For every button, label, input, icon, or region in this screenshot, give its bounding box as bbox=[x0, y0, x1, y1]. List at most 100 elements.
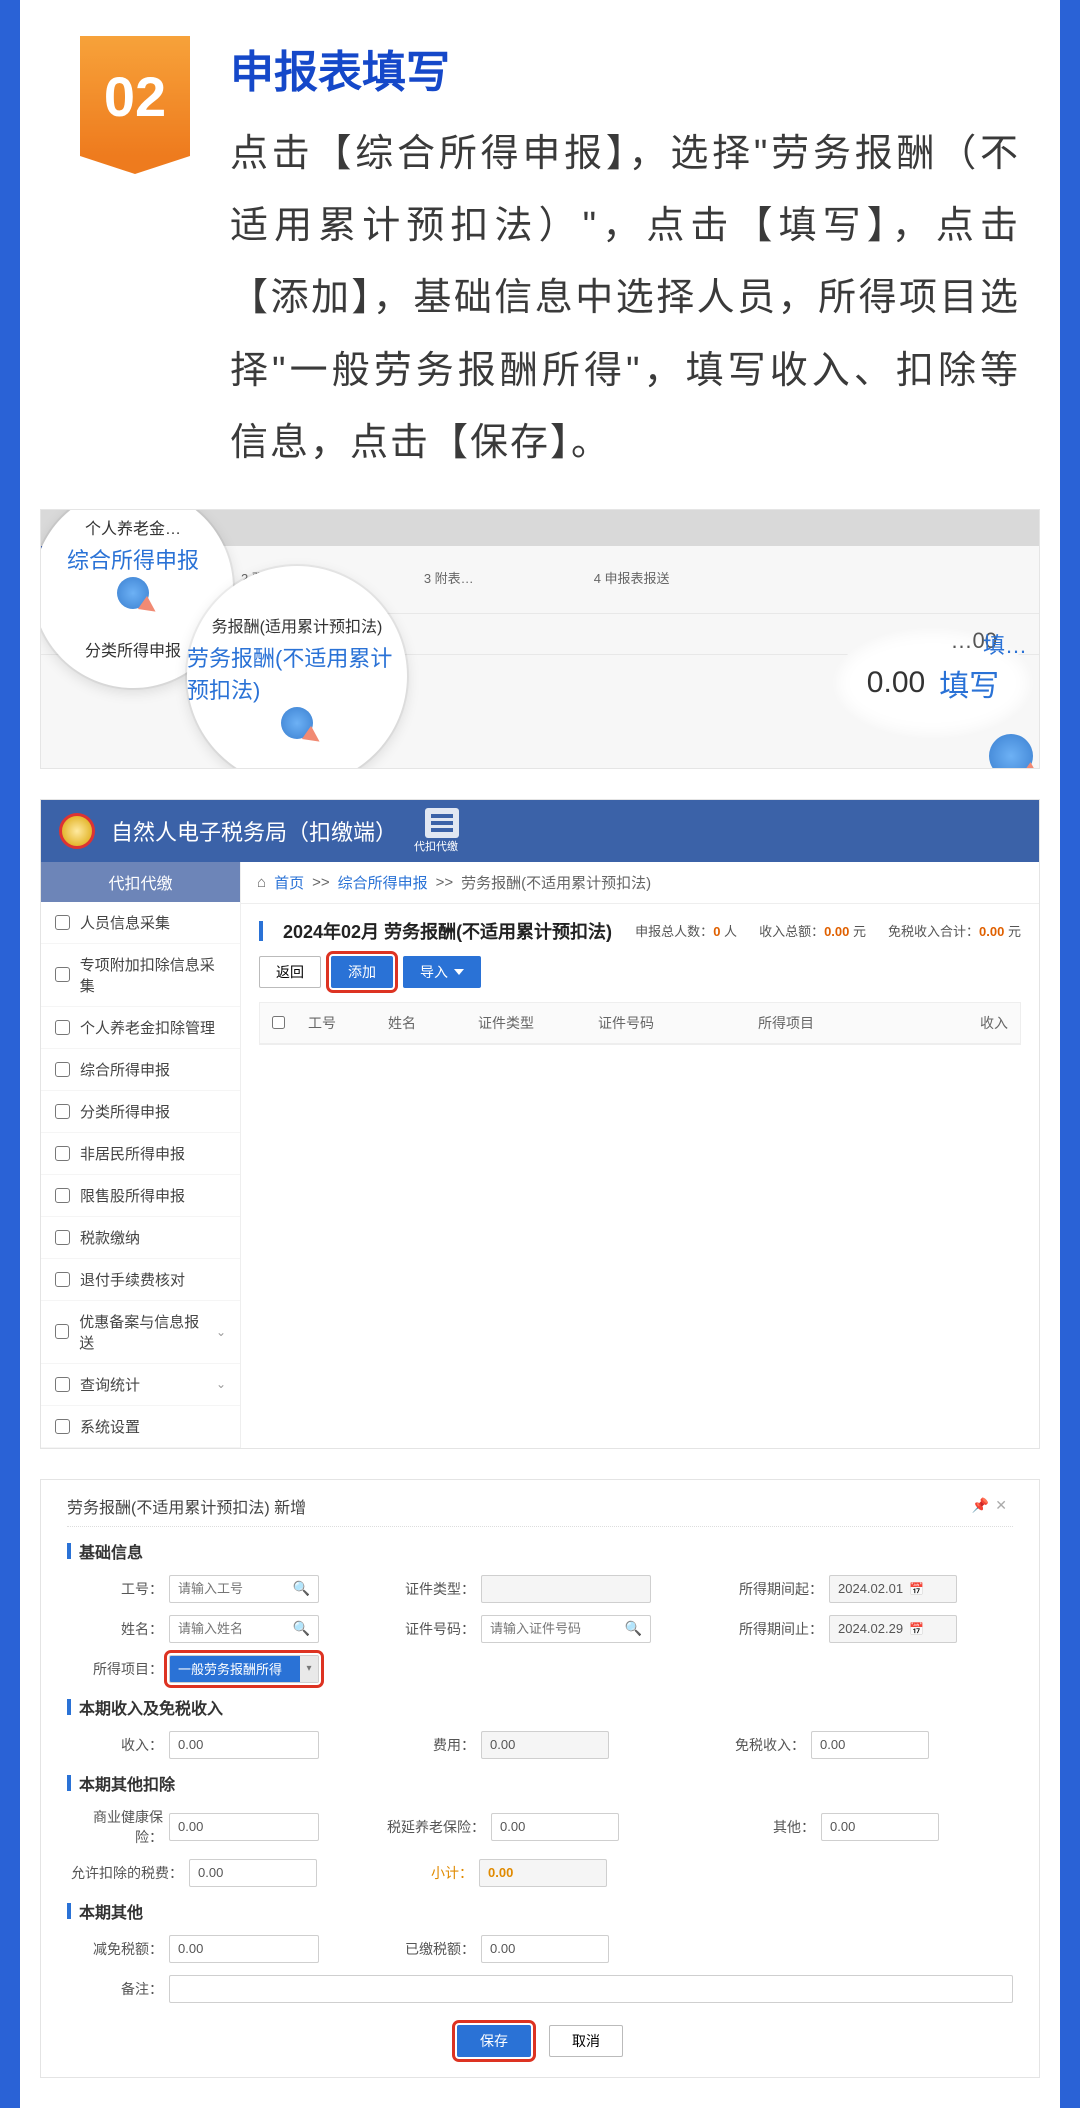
xj-value: 0.00 bbox=[479, 1859, 607, 1887]
start-date[interactable]: 2024.02.01📅 bbox=[829, 1575, 957, 1603]
wallet-icon[interactable] bbox=[425, 808, 459, 838]
select-all-checkbox[interactable] bbox=[272, 1016, 285, 1029]
zjlx-input bbox=[481, 1575, 651, 1603]
yjse-input[interactable] bbox=[481, 1935, 609, 1963]
sr-input[interactable] bbox=[169, 1731, 319, 1759]
section-other-deduct: 本期其他扣除 bbox=[79, 1771, 175, 1795]
pin-icon[interactable]: 📌 bbox=[972, 1497, 995, 1513]
yxkc-input[interactable] bbox=[189, 1859, 317, 1887]
search-icon bbox=[55, 1377, 70, 1392]
user-icon bbox=[55, 1146, 70, 1161]
shield-icon bbox=[55, 1020, 70, 1035]
summary-stats: 申报总人数：0 人 收入总额：0.00 元 免税收入合计：0.00 元 bbox=[635, 921, 1021, 940]
etax-app-window: 自然人电子税务局（扣缴端） 代扣代缴 代扣代缴 人员信息采集 专项附加扣除信息采… bbox=[40, 799, 1040, 1449]
sidebar-item-zxfj[interactable]: 专项附加扣除信息采集 bbox=[41, 944, 240, 1007]
sidebar-item-yhba[interactable]: 优惠备案与信息报送⌄ bbox=[41, 1301, 240, 1364]
sidebar-item-ryxx[interactable]: 人员信息采集 bbox=[41, 902, 240, 944]
fy-input: 0.00 bbox=[481, 1731, 609, 1759]
sidebar: 代扣代缴 人员信息采集 专项附加扣除信息采集 个人养老金扣除管理 综合所得申报 … bbox=[41, 862, 241, 1448]
calendar-icon: 📅 bbox=[909, 1582, 924, 1596]
fill-lens: …00 填… 0.00 填写 bbox=[833, 628, 1033, 738]
col-xm: 姓名 bbox=[376, 1003, 466, 1043]
crumb-current: 劳务报酬(不适用累计预扣法) bbox=[461, 872, 651, 893]
page-title: 2024年02月 劳务报酬(不适用累计预扣法) bbox=[283, 918, 612, 944]
cursor-icon bbox=[989, 734, 1033, 769]
chevron-down-icon: ⌄ bbox=[216, 1377, 226, 1391]
syyl-input[interactable] bbox=[491, 1813, 619, 1841]
chevron-down-icon bbox=[454, 969, 464, 975]
sidebar-tag: 代扣代缴 bbox=[41, 862, 240, 902]
home-icon[interactable]: ⌂ bbox=[257, 874, 266, 891]
search-icon[interactable]: 🔍 bbox=[293, 1620, 310, 1637]
sidebar-item-cxtj[interactable]: 查询统计⌄ bbox=[41, 1364, 240, 1406]
qt-input[interactable] bbox=[821, 1813, 939, 1841]
xm-input[interactable]: 🔍 bbox=[169, 1615, 319, 1643]
fill-link[interactable]: 填写 bbox=[939, 661, 999, 705]
gh-input[interactable]: 🔍 bbox=[169, 1575, 319, 1603]
sidebar-item-zhsd[interactable]: 综合所得申报 bbox=[67, 543, 199, 575]
add-dialog: 劳务报酬(不适用累计预扣法) 新增 📌✕ 基础信息 工号：🔍 证件类型： 所得期… bbox=[40, 1479, 1040, 2078]
section-other: 本期其他 bbox=[79, 1899, 143, 1923]
app-title: 自然人电子税务局（扣缴端） bbox=[111, 815, 397, 847]
data-table: 工号 姓名 证件类型 证件号码 所得项目 收入 bbox=[259, 1002, 1021, 1045]
breadcrumb: ⌂ 首页 >> 综合所得申报 >> 劳务报酬(不适用累计预扣法) bbox=[241, 862, 1039, 904]
search-icon[interactable]: 🔍 bbox=[293, 1580, 310, 1597]
sidebar-item-fjm[interactable]: 非居民所得申报 bbox=[41, 1133, 240, 1175]
step-badge: 02 bbox=[80, 36, 190, 156]
step-number: 02 bbox=[104, 64, 166, 129]
sidebar-item-gryl[interactable]: 个人养老金扣除管理 bbox=[41, 1007, 240, 1049]
clock-icon bbox=[55, 1104, 70, 1119]
step-description: 点击【综合所得申报】，选择"劳务报酬（不适用累计预扣法）"，点击【填写】，点击【… bbox=[230, 118, 1020, 479]
app-header: 自然人电子税务局（扣缴端） 代扣代缴 bbox=[41, 800, 1039, 862]
col-zjlx: 证件类型 bbox=[466, 1003, 586, 1043]
end-date[interactable]: 2024.02.29📅 bbox=[829, 1615, 957, 1643]
cancel-button[interactable]: 取消 bbox=[549, 2025, 623, 2057]
sidebar-item-tfsx[interactable]: 退付手续费核对 bbox=[41, 1259, 240, 1301]
sdxm-select[interactable]: 一般劳务报酬所得▾ bbox=[169, 1655, 319, 1683]
crumb-zhsd[interactable]: 综合所得申报 bbox=[338, 872, 428, 893]
person-icon bbox=[55, 915, 70, 930]
zjhm-input[interactable]: 🔍 bbox=[481, 1615, 651, 1643]
col-sdxm: 所得项目 bbox=[746, 1003, 876, 1043]
cursor-icon bbox=[281, 707, 313, 739]
crumb-home[interactable]: 首页 bbox=[274, 872, 304, 893]
emblem-icon bbox=[59, 813, 95, 849]
mssr-input[interactable] bbox=[811, 1731, 929, 1759]
receipt-icon bbox=[55, 1272, 70, 1287]
doc-icon bbox=[55, 1062, 70, 1077]
header-tab-dkdj[interactable]: 代扣代缴 bbox=[414, 838, 458, 854]
close-icon[interactable]: ✕ bbox=[995, 1497, 1013, 1513]
sidebar-item-skjn[interactable]: 税款缴纳 bbox=[41, 1217, 240, 1259]
bz-input[interactable] bbox=[169, 1975, 1013, 2003]
step-title: 申报表填写 bbox=[230, 36, 1020, 100]
sidebar-item-flsd[interactable]: 分类所得申报 bbox=[41, 1091, 240, 1133]
folder-icon bbox=[55, 1230, 70, 1245]
search-icon[interactable]: 🔍 bbox=[625, 1620, 642, 1637]
syjk-input[interactable] bbox=[169, 1813, 319, 1841]
sidebar-item-xsg[interactable]: 限售股所得申报 bbox=[41, 1175, 240, 1217]
col-zjhm: 证件号码 bbox=[586, 1003, 746, 1043]
back-button[interactable]: 返回 bbox=[259, 956, 321, 988]
row-lwbc-noapply-zoom[interactable]: 劳务报酬(不适用累计预扣法) bbox=[187, 641, 407, 705]
col-gh: 工号 bbox=[296, 1003, 376, 1043]
col-sr: 收入 bbox=[876, 1003, 1020, 1043]
callout-illustration: 2 预扣税… 3 附表… 4 申报表报送 务报酬(适用累计预扣法) 劳务报酬(不… bbox=[40, 509, 1040, 769]
list-icon bbox=[55, 967, 70, 982]
import-button[interactable]: 导入 bbox=[403, 956, 481, 988]
section-basic: 基础信息 bbox=[79, 1539, 143, 1563]
save-button[interactable]: 保存 bbox=[457, 2025, 531, 2057]
sidebar-item-zhsd[interactable]: 综合所得申报 bbox=[41, 1049, 240, 1091]
section-income: 本期收入及免税收入 bbox=[79, 1695, 223, 1719]
gear-icon bbox=[55, 1419, 70, 1434]
wizard-step-4: 4 申报表报送 bbox=[594, 568, 670, 587]
jmse-input[interactable] bbox=[169, 1935, 319, 1963]
sidebar-item-xtsz[interactable]: 系统设置 bbox=[41, 1406, 240, 1448]
amount-value: 0.00 bbox=[867, 666, 925, 700]
chevron-down-icon: ▾ bbox=[300, 1656, 318, 1682]
dialog-title: 劳务报酬(不适用累计预扣法) 新增 bbox=[67, 1494, 306, 1518]
cursor-icon bbox=[117, 577, 149, 609]
step-header: 02 申报表填写 点击【综合所得申报】，选择"劳务报酬（不适用累计预扣法）"，点… bbox=[20, 0, 1060, 499]
bookmark-icon bbox=[55, 1324, 69, 1339]
calendar-icon: 📅 bbox=[909, 1622, 924, 1636]
add-button[interactable]: 添加 bbox=[331, 956, 393, 988]
